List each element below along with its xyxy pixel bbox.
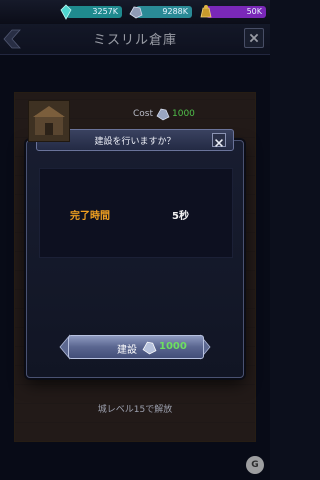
build-info-box [39, 168, 233, 258]
watermark-logo: G [246, 456, 264, 474]
completion-time-label: 完了時間 [70, 211, 110, 222]
coin-bag-icon [200, 5, 212, 18]
ore-icon [156, 108, 170, 121]
completion-time-value: 5秒 [172, 211, 189, 222]
resource-crystal-value: 3257K [66, 6, 122, 18]
ore-icon [129, 6, 143, 19]
cost-value: 1000 [172, 109, 195, 119]
build-button[interactable]: 建設 1000 [68, 335, 204, 359]
dialog-close-button[interactable] [212, 133, 226, 147]
building-thumbnail [28, 100, 70, 142]
crystal-icon [60, 4, 72, 20]
resource-ore-value: 9288K [136, 6, 192, 18]
resource-crystal[interactable]: 3257K [58, 4, 122, 20]
close-icon [215, 139, 223, 147]
cost-label: Cost [133, 109, 154, 119]
building-image-icon [33, 106, 65, 135]
resource-bar: 3257K 9288K 50K [0, 0, 270, 25]
unlock-requirement-text: 城レベル15で解放 [97, 405, 173, 415]
build-cost-value: 1000 [159, 341, 187, 352]
ore-icon [142, 341, 157, 355]
resource-ore[interactable]: 9288K [128, 4, 192, 20]
build-button-label: 建設 [117, 345, 137, 356]
resource-gold[interactable]: 50K [198, 4, 266, 20]
resource-gold-value: 50K [206, 6, 266, 18]
